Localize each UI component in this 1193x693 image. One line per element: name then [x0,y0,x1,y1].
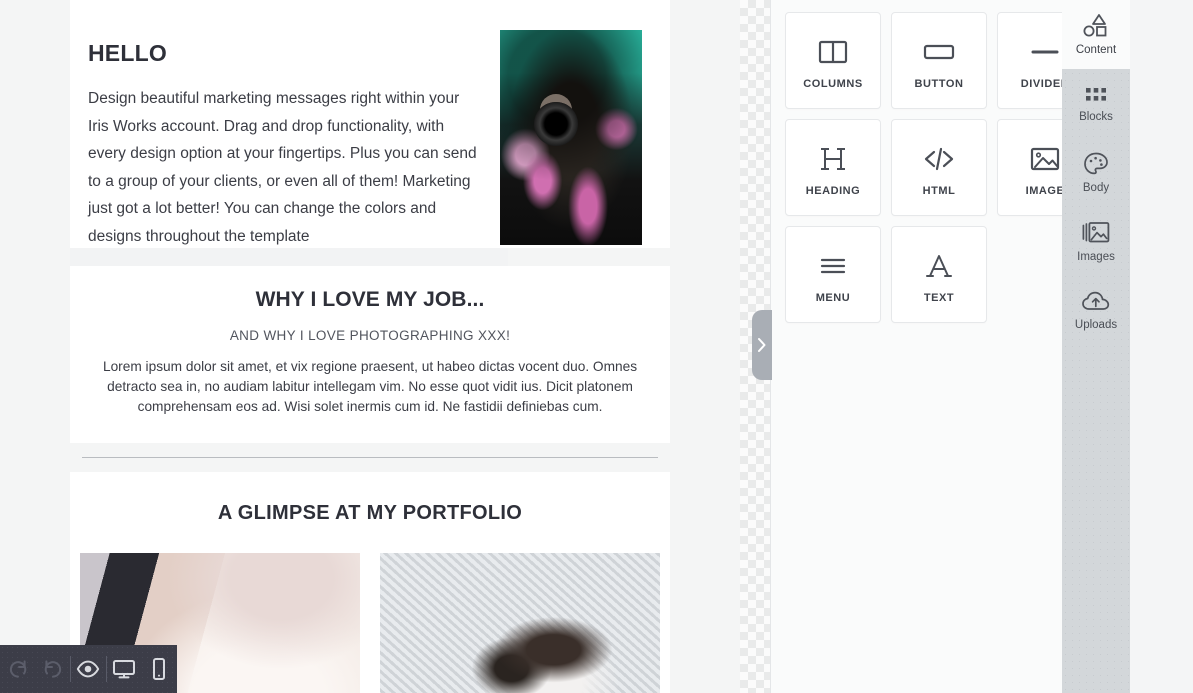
rail-tab-label: Content [1075,44,1117,56]
hero-body-text: Design beautiful marketing messages righ… [88,90,477,245]
rail-tab-blocks[interactable]: Blocks [1062,69,1130,138]
photos-icon [1081,220,1111,246]
eye-icon [77,660,100,678]
redo-button[interactable] [35,645,70,693]
image-icon [1029,139,1061,179]
hero-section[interactable]: HELLO Design beautiful marketing message… [70,0,670,266]
preview-button[interactable] [71,645,106,693]
rail-tab-label: Images [1077,251,1115,263]
content-card-columns[interactable]: COLUMNS [785,12,881,109]
panel-collapse-handle[interactable] [752,310,772,380]
portfolio-title: A GLIMPSE AT MY PORTFOLIO [217,502,523,524]
columns-icon [817,32,849,72]
content-card-label: HTML [922,184,956,197]
rail-tab-label: Uploads [1074,319,1118,331]
content-card-label: BUTTON [914,77,964,90]
divider-line [82,457,658,458]
divider-section[interactable] [70,443,670,472]
mid-section-body: Lorem ipsum dolor sit amet, et vix regio… [102,359,638,414]
button-icon [922,32,956,72]
content-card-label: TEXT [923,291,955,304]
grid-icon [1084,84,1108,106]
content-card-label: COLUMNS [803,77,863,90]
mid-section-title: WHY I LOVE MY JOB... [255,288,485,311]
content-card-label: HEADING [805,184,861,197]
content-panel: COLUMNS BUTTON DIVIDER HEADING HTML IMAG… [770,0,1130,693]
rail-tab-uploads[interactable]: Uploads [1062,276,1130,345]
rail-tab-label: Body [1082,182,1110,194]
content-card-label: MENU [815,291,851,304]
chevron-right-icon [758,338,766,352]
content-card-menu[interactable]: MENU [785,226,881,323]
undo-icon [9,660,26,678]
content-card-label: IMAGE [1025,184,1065,197]
content-card-button[interactable]: BUTTON [891,12,987,109]
rail-tab-content[interactable]: Content [1062,0,1130,69]
rail-tab-body[interactable]: Body [1062,138,1130,207]
undo-button[interactable] [0,645,35,693]
html-code-icon [922,139,956,179]
rail-tab-label: Blocks [1079,111,1113,123]
email-canvas[interactable]: HELLO Design beautiful marketing message… [0,0,770,693]
hero-title: HELLO [88,40,167,66]
mid-section-subtitle: AND WHY I LOVE PHOTOGRAPHING XXX! [229,328,511,343]
desktop-view-button[interactable] [107,645,142,693]
rail-tab-images[interactable]: Images [1062,207,1130,276]
menu-icon [817,246,849,286]
panel-tab-rail: Content Blocks Body Images Uploads [1062,0,1130,693]
hero-image[interactable] [500,30,642,245]
shapes-icon [1080,13,1112,39]
hero-text-block[interactable]: HELLO Design beautiful marketing message… [88,18,500,248]
heading-icon [818,139,848,179]
mobile-icon [153,658,166,680]
content-card-html[interactable]: HTML [891,119,987,216]
email-document: HELLO Design beautiful marketing message… [70,0,670,693]
desktop-icon [113,660,136,679]
mobile-view-button[interactable] [142,645,177,693]
why-i-love-my-job-section[interactable]: WHY I LOVE MY JOB... AND WHY I LOVE PHOT… [70,266,670,443]
redo-icon [44,660,61,678]
cloud-upload-icon [1081,290,1111,314]
text-icon [924,246,954,286]
drop-target-indicator [70,248,508,266]
divider-icon [1028,32,1062,72]
palette-icon [1083,151,1109,177]
email-builder-app: HELLO Design beautiful marketing message… [0,0,1193,693]
portfolio-image-2[interactable] [380,553,660,693]
content-card-text[interactable]: TEXT [891,226,987,323]
canvas-toolbar [0,645,177,693]
content-card-heading[interactable]: HEADING [785,119,881,216]
